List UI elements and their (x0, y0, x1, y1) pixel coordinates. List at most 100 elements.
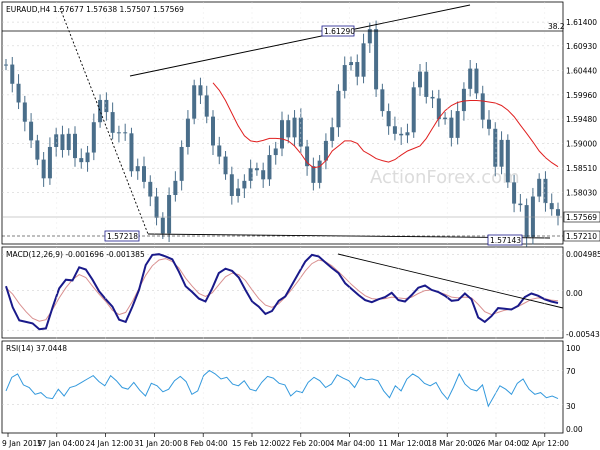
rsi-series (5, 369, 559, 408)
candle-body (91, 122, 96, 153)
candle-body (54, 134, 59, 147)
rsi-grid (2, 370, 563, 405)
price-axis: 1.61400 1.60930 1.60440 1.59960 1.59480 1.590… (566, 18, 597, 197)
candle-body (10, 64, 15, 84)
x-tick-label: 18 Mar 20:00 (427, 439, 477, 448)
candle-body (273, 148, 278, 156)
annotation-low-right-label: 1.57143 (490, 236, 521, 245)
candle-body (236, 188, 241, 197)
candle-body (380, 89, 385, 112)
macd-axis-top: 0.004985 (566, 250, 600, 259)
x-tick-label: 11 Mar 12:00 (378, 439, 428, 448)
candle-body (518, 203, 523, 206)
x-tick-label: 31 Jan 20:00 (134, 439, 182, 448)
chart-root: ActionForex.com 1.61290 1.57218 1.57143 … (0, 0, 600, 450)
x-tick-label: 4 Mar 04:00 (330, 439, 376, 448)
x-axis: 9 Jan 201917 Jan 04:00 24 Jan 12:00 31 Jan… (2, 2, 569, 448)
candle-body (461, 88, 466, 112)
price-tick-label: 1.60440 (566, 67, 597, 76)
candle-body (411, 87, 416, 133)
candle-body (280, 120, 284, 149)
watermark: ActionForex.com (370, 167, 520, 188)
candle-body (204, 95, 209, 117)
candle-body (185, 118, 190, 147)
annotation-high-label: 1.61290 (324, 27, 355, 36)
upper-trendline (129, 4, 471, 77)
candle-body (22, 102, 27, 122)
price-tick-label: 1.59000 (566, 139, 597, 148)
candle-body (549, 203, 554, 210)
candle-body (123, 132, 128, 134)
candle-body (160, 217, 165, 234)
candle-body (98, 99, 103, 123)
rsi-header: RSI(14) 37.0448 (6, 344, 67, 353)
candle-body (116, 132, 121, 134)
candle-body (179, 146, 184, 181)
candle-body (192, 85, 197, 119)
support-price-label: 1.57210 (566, 232, 597, 241)
candle-body (85, 152, 90, 163)
candle-body (60, 134, 65, 151)
candle-body (47, 146, 52, 179)
candle-body (487, 119, 491, 129)
candle-body (405, 132, 410, 136)
candle-body (148, 181, 153, 197)
candle-body (261, 170, 266, 180)
candle-body (330, 127, 335, 141)
x-tick-label: 8 Feb 04:00 (183, 439, 228, 448)
candle-body (66, 133, 71, 151)
price-tick-label: 1.60930 (566, 42, 597, 51)
macd-line (5, 253, 559, 331)
candle-body (430, 96, 435, 99)
rsi-axis-100: 100 (566, 344, 581, 353)
current-price-label: 1.57569 (566, 213, 597, 222)
price-tick-label: 1.61400 (566, 18, 597, 27)
candle-body (173, 180, 178, 196)
x-tick-label: 17 Jan 04:00 (37, 439, 85, 448)
price-header: EURAUD,H4 1.57677 1.57638 1.57507 1.5756… (6, 5, 184, 14)
candle-body (242, 180, 247, 189)
candle-body (374, 29, 379, 90)
candle-body (311, 166, 316, 183)
candle-body (198, 85, 203, 96)
candle-body (524, 205, 529, 237)
candle-body (355, 62, 360, 77)
candle-body (292, 117, 297, 138)
candle-body (505, 139, 510, 183)
x-tick-label: 2 Apr 12:00 (525, 439, 569, 448)
rsi-line (5, 369, 559, 408)
macd-panel-frame (1, 246, 564, 339)
candle-body (35, 140, 40, 160)
candle-body (512, 182, 517, 204)
candle-body (443, 117, 448, 120)
candle-body (129, 133, 134, 172)
fib-level-label: 38.2 (548, 22, 565, 31)
candle-body (41, 159, 46, 179)
candle-body (79, 158, 84, 163)
annotation-low-right: 1.57143 (487, 234, 523, 246)
candle-body (455, 111, 460, 138)
candle-body (16, 83, 21, 103)
annotation-low-left: 1.57218 (104, 230, 140, 242)
candle-body (543, 178, 548, 204)
candle-body (468, 68, 473, 89)
candle-body (361, 43, 366, 77)
rsi-panel-frame (1, 340, 564, 434)
candle-body (217, 145, 222, 157)
x-tick-label: 24 Jan 12:00 (86, 439, 134, 448)
candle-body (73, 133, 77, 159)
candle-body (29, 121, 34, 141)
candle-body (556, 209, 560, 216)
candle-body (4, 64, 8, 66)
candle-body (392, 126, 397, 134)
candle-body (142, 166, 146, 182)
rsi-axis-30: 30 (566, 402, 576, 411)
candle-body (211, 116, 215, 146)
macd-header: MACD(12,26,9) -0.001696 -0.001385 (6, 250, 145, 259)
candle-body (229, 174, 234, 197)
annotation-high: 1.61290 (321, 25, 355, 37)
macd-axis-zero: 0.00 (566, 289, 583, 298)
dashed-trendline (59, 7, 149, 235)
candle-body (336, 90, 341, 128)
candle-body (110, 112, 115, 133)
